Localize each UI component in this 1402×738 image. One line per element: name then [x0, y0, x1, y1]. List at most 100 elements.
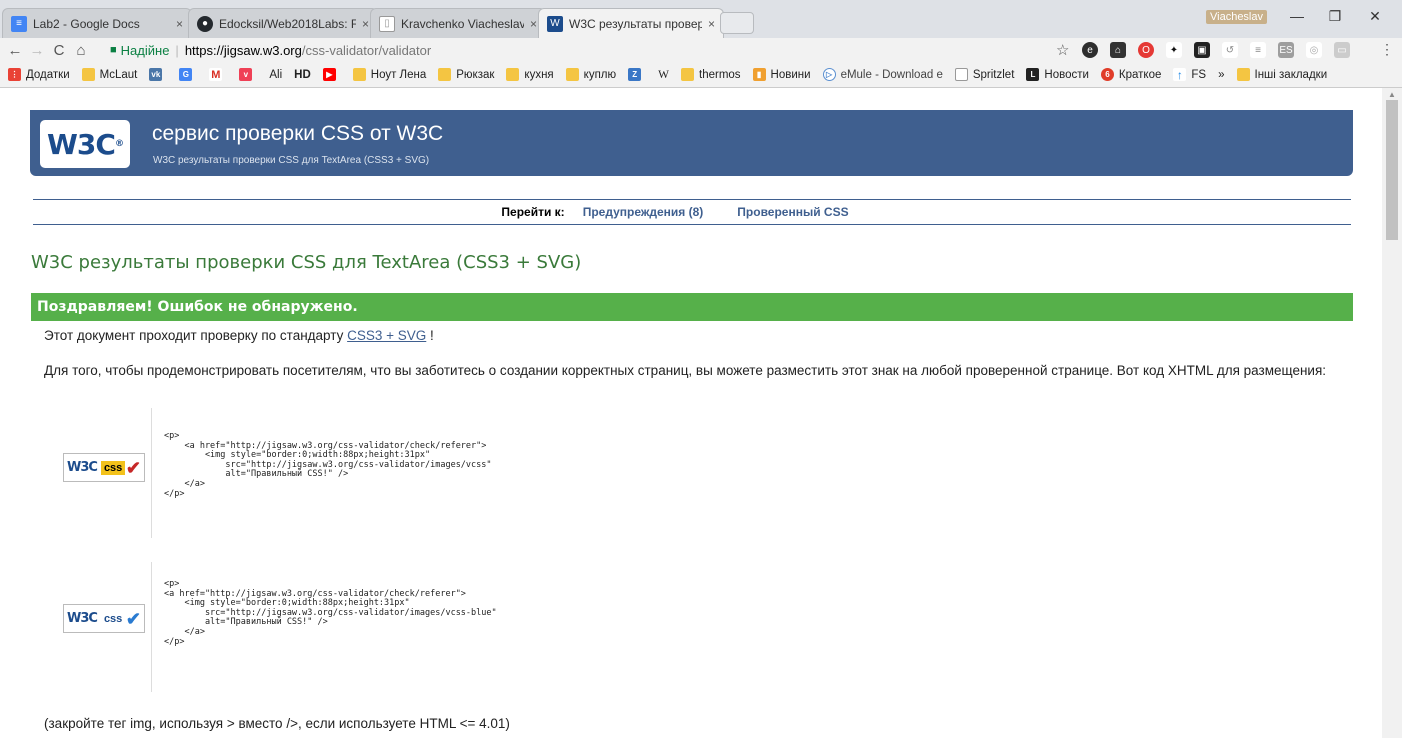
badge-column: W3C css ✔ — [60, 562, 152, 692]
minimize-button[interactable]: — — [1282, 8, 1312, 24]
vk-icon: vk — [149, 68, 163, 81]
extension-icon[interactable]: ⌂ — [1110, 42, 1126, 58]
bookmark-ali[interactable]: Ali — [269, 69, 282, 81]
youtube-icon: ▶ — [322, 68, 336, 81]
checkmark-icon: ✔ — [125, 458, 141, 478]
folder-icon — [81, 68, 95, 81]
bookmark-apps[interactable]: ⋮ Додатки — [8, 68, 70, 81]
folder-icon — [565, 68, 579, 81]
back-button[interactable]: ← — [4, 42, 26, 59]
url-host: https://jigsaw.w3.org — [184, 42, 302, 58]
extension-icon[interactable]: ↺ — [1222, 42, 1238, 58]
bookmark-folder[interactable]: McLaut — [81, 68, 137, 81]
badge-code-snippet[interactable]: <p> <a href="http://jigsaw.w3.org/css-va… — [164, 431, 492, 499]
bookmark-other[interactable]: Інші закладки — [1236, 68, 1327, 81]
close-icon[interactable]: × — [362, 17, 369, 31]
extensions: e ⌂ O ✦ ▣ ↺ ≡ ES ◎ ▭ — [1082, 42, 1350, 58]
slando-icon: Z — [628, 68, 642, 81]
valid-css-badge-blue[interactable]: W3C css ✔ — [63, 604, 145, 633]
tab-github[interactable]: ● Edocksil/Web2018Labs: F × — [188, 8, 378, 38]
reload-button[interactable]: C — [48, 42, 70, 59]
extension-icon[interactable]: ✦ — [1166, 42, 1182, 58]
bookmark-emule[interactable]: ▷ eMule - Download e — [822, 68, 943, 81]
apps-icon: ⋮ — [8, 68, 21, 81]
w3c-logo[interactable]: W3C ® — [40, 120, 130, 168]
scroll-up-icon[interactable]: ▲ — [1388, 90, 1396, 99]
badge-instructions: Для того, чтобы продемонстрировать посет… — [44, 363, 1327, 378]
folder-icon — [352, 68, 366, 81]
checked-css-link[interactable]: Проверенный CSS — [737, 205, 848, 219]
bookmark-kratkoe[interactable]: 6 Краткое — [1100, 68, 1161, 81]
url-path: /css-validator/validator — [301, 42, 432, 58]
arrow-up-icon: ↑ — [1173, 68, 1187, 82]
tab-title: Kravchenko Viacheslav — [401, 16, 524, 31]
restore-button[interactable]: ❐ — [1320, 8, 1350, 25]
profile-button[interactable]: Viacheslav — [1206, 10, 1267, 24]
bookmark-youtube[interactable]: ▶ — [322, 68, 341, 81]
home-button[interactable]: ⌂ — [70, 42, 92, 59]
bookmark-gmail[interactable]: M — [209, 68, 227, 81]
address-bar[interactable]: ■ Надійне | https://jigsaw.w3.org/css-va… — [110, 38, 1078, 62]
checkmark-icon: ✔ — [125, 609, 141, 629]
page-icon — [954, 68, 968, 81]
success-banner: Поздравляем! Ошибок не обнаружено. — [31, 293, 1353, 321]
page-scrollbar[interactable]: ▲ — [1382, 88, 1402, 738]
divider: | — [175, 42, 179, 58]
bookmark-vk[interactable]: vk — [149, 68, 167, 81]
bookmark-hd[interactable]: HD — [294, 69, 311, 81]
bookmark-folder[interactable]: куплю — [565, 68, 616, 81]
bookmark-slando[interactable]: Z — [628, 68, 646, 81]
secure-label: Надійне — [120, 42, 170, 58]
l-icon: L — [1026, 68, 1040, 81]
valid-css-badge-gold[interactable]: W3C css ✔ — [63, 453, 145, 482]
jump-label: Перейти к: — [501, 205, 565, 219]
opera-icon[interactable]: O — [1138, 42, 1154, 58]
emule-icon: ▷ — [822, 68, 836, 81]
bookmark-spritzlet[interactable]: Spritzlet — [954, 68, 1014, 81]
html-note: (закройте тег img, используя > вместо />… — [44, 716, 510, 731]
w3c-icon: W — [547, 15, 563, 32]
bookmark-star-icon[interactable]: ☆ — [1056, 41, 1069, 59]
page-icon: ▯ — [379, 15, 395, 32]
badge-code-snippet[interactable]: <p> <a href="http://jigsaw.w3.org/css-va… — [164, 579, 497, 647]
extension-icon[interactable]: ▭ — [1334, 42, 1350, 58]
bookmark-pocket[interactable]: v — [239, 68, 257, 81]
extension-icon[interactable]: e — [1082, 42, 1098, 58]
folder-icon — [506, 68, 520, 81]
jump-nav: Перейти к: Предупреждения (8) Проверенны… — [33, 199, 1351, 225]
tab-google-docs[interactable]: ≡ Lab2 - Google Docs × — [2, 8, 192, 38]
close-icon[interactable]: × — [708, 17, 715, 31]
scroll-thumb[interactable] — [1386, 100, 1398, 240]
bookmark-news[interactable]: ▮ Новини — [752, 68, 811, 81]
bookmark-folder[interactable]: Ноут Лена — [352, 68, 426, 81]
bookmark-translate[interactable]: G — [179, 68, 197, 81]
extension-icon[interactable]: ≡ — [1250, 42, 1266, 58]
bookmark-novosti[interactable]: L Новости — [1026, 68, 1089, 81]
news-icon: ▮ — [752, 68, 766, 81]
extension-icon[interactable]: ◎ — [1306, 42, 1322, 58]
bookmark-folder[interactable]: Рюкзак — [438, 68, 494, 81]
tab-w3c[interactable]: W W3C результаты провер × — [538, 8, 724, 38]
github-icon: ● — [197, 15, 213, 32]
bookmark-fs[interactable]: ↑ FS — [1173, 68, 1206, 82]
bookmarks-overflow[interactable]: » — [1218, 69, 1224, 81]
close-window-button[interactable]: ✕ — [1360, 8, 1390, 25]
close-icon[interactable]: × — [530, 17, 537, 31]
extension-icon[interactable]: ES — [1278, 42, 1294, 58]
bookmark-wiki[interactable]: W — [658, 69, 669, 81]
extension-icon[interactable]: ▣ — [1194, 42, 1210, 58]
header-banner: W3C ® сервис проверки CSS от W3C W3C резу… — [30, 110, 1353, 176]
css3-svg-link[interactable]: CSS3 + SVG — [347, 328, 426, 343]
bookmark-folder[interactable]: thermos — [681, 68, 741, 81]
forward-button[interactable]: → — [26, 42, 48, 59]
menu-icon[interactable]: ⋮ — [1380, 41, 1394, 58]
folder-icon — [1236, 68, 1250, 81]
bookmark-folder[interactable]: кухня — [506, 68, 554, 81]
tab-kravchenko[interactable]: ▯ Kravchenko Viacheslav × — [370, 8, 546, 38]
close-icon[interactable]: × — [176, 17, 183, 31]
lock-icon: ■ — [110, 44, 117, 56]
badge-column: W3C css ✔ — [60, 408, 152, 538]
folder-icon — [681, 68, 694, 81]
warnings-link[interactable]: Предупреждения (8) — [583, 205, 704, 219]
new-tab-button[interactable] — [720, 12, 754, 34]
